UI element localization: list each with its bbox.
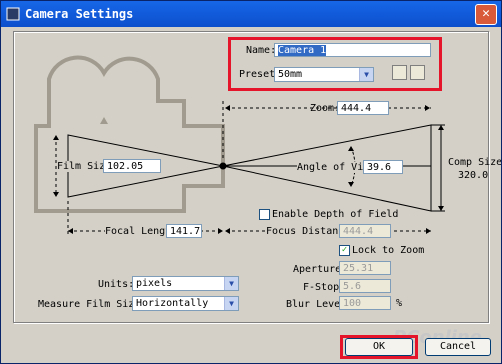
- zoom-input[interactable]: 444.4: [337, 101, 389, 115]
- aperture-input[interactable]: 25.31: [339, 261, 391, 275]
- blur-level-unit: %: [396, 298, 403, 309]
- angle-of-view-input[interactable]: 39.6: [363, 160, 403, 174]
- focus-distance-input[interactable]: 444.4: [339, 224, 391, 238]
- ok-button[interactable]: OK: [345, 338, 413, 356]
- units-value: pixels: [136, 278, 173, 289]
- units-select[interactable]: pixels ▼: [132, 276, 239, 291]
- name-value: Camera 1: [278, 45, 327, 56]
- camera-notch: [100, 117, 108, 124]
- depth-of-field-checkbox[interactable]: [259, 209, 270, 220]
- f-stop-input[interactable]: 5.6: [339, 279, 391, 293]
- depth-of-field-label: Enable Depth of Field: [272, 209, 399, 220]
- comp-size-value: 320.0: [458, 170, 489, 181]
- focal-point: [219, 162, 227, 170]
- preset-value: 50mm: [278, 69, 303, 80]
- zoom-label: Zoom:: [310, 103, 341, 114]
- measure-film-size-select[interactable]: Horizontally ▼: [132, 296, 239, 311]
- delete-preset-button[interactable]: [410, 65, 425, 80]
- cancel-button[interactable]: Cancel: [425, 338, 491, 356]
- name-input[interactable]: Camera 1: [274, 43, 431, 57]
- save-preset-button[interactable]: [392, 65, 407, 80]
- measure-film-size-label: Measure Film Size:: [38, 299, 147, 310]
- chevron-down-icon[interactable]: ▼: [224, 297, 238, 310]
- film-size-input[interactable]: 102.05: [103, 159, 161, 173]
- measure-film-size-value: Horizontally: [136, 298, 209, 309]
- focal-length-input[interactable]: 141.7: [166, 224, 202, 238]
- comp-size-label: Comp Size: [448, 157, 502, 168]
- units-label: Units:: [98, 279, 135, 290]
- name-label: Name:: [246, 45, 277, 56]
- lock-to-zoom-label: Lock to Zoom: [352, 245, 425, 256]
- camera-outline-icon: [34, 55, 225, 213]
- blur-level-input[interactable]: 100: [339, 296, 391, 310]
- chevron-down-icon[interactable]: ▼: [224, 277, 238, 290]
- camera-settings-dialog: Camera Settings ✕ Name: Camera 1 Preset:…: [0, 0, 502, 364]
- preset-select[interactable]: 50mm ▼: [274, 67, 374, 82]
- lock-to-zoom-checkbox[interactable]: ✓: [339, 245, 350, 256]
- chevron-down-icon[interactable]: ▼: [359, 68, 373, 81]
